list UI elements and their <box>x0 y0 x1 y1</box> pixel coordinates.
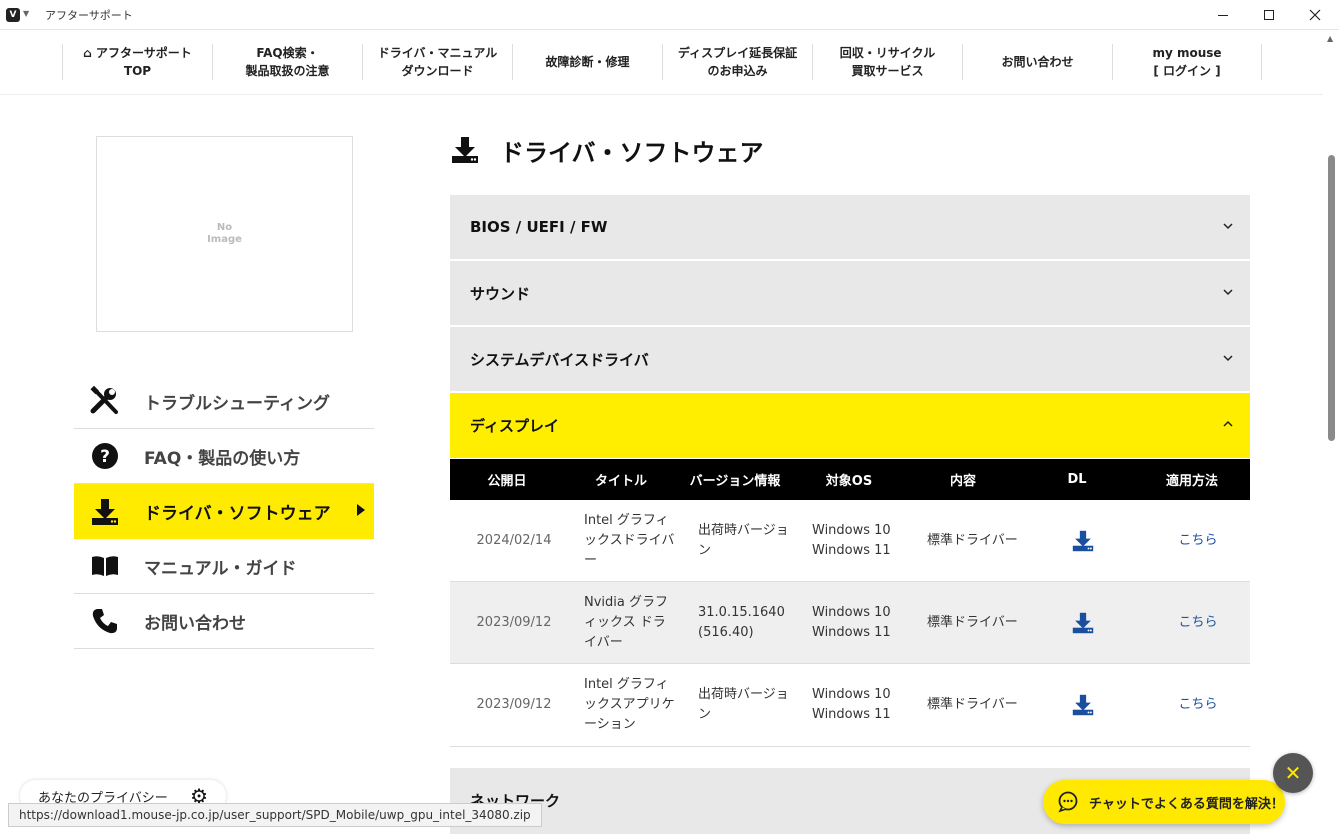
section-bios[interactable]: BIOS / UEFI / FW <box>450 195 1250 260</box>
column-header-title: タイトル <box>594 474 647 489</box>
chevron-up-icon <box>1223 420 1233 427</box>
svg-text:?: ? <box>100 447 110 467</box>
close-window-button[interactable] <box>1292 0 1338 30</box>
row-content: 標準ドライバー <box>927 615 1018 630</box>
minimize-button[interactable] <box>1200 0 1246 30</box>
book-icon <box>88 549 122 583</box>
scroll-up-icon[interactable]: ▲ <box>1327 34 1333 43</box>
sidebar-item-label: FAQ・製品の使い方 <box>144 448 301 469</box>
no-image-placeholder: No Image <box>207 222 242 245</box>
download-button[interactable] <box>1058 582 1108 664</box>
table-row: 2023/09/12 Nvidia グラフィックス ドライバー 31.0.15.… <box>450 582 1250 664</box>
download-icon <box>88 495 122 529</box>
row-version: 31.0.15.1640 (516.40) <box>698 605 785 640</box>
nav-item-display-warranty[interactable]: ディスプレイ延長保証 のお申込み <box>662 44 812 80</box>
sidebar-item-manual[interactable]: マニュアル・ガイド <box>74 539 374 594</box>
sidebar-item-label: お問い合わせ <box>144 613 246 634</box>
active-arrow-icon <box>357 504 365 516</box>
nav-item-login[interactable]: my mouse [ ログイン ] <box>1112 44 1262 80</box>
row-os: Windows 10 Windows 11 <box>812 687 891 722</box>
chevron-down-icon <box>1223 289 1233 296</box>
row-os: Windows 10 Windows 11 <box>812 605 891 640</box>
phone-icon <box>88 604 122 638</box>
download-icon <box>1072 530 1094 552</box>
row-version: 出荷時バージョン <box>698 687 789 722</box>
nav-item-contact[interactable]: お問い合わせ <box>962 44 1112 80</box>
nav-item-driver-download[interactable]: ドライバ・マニュアル ダウンロード <box>362 44 512 80</box>
close-icon <box>1309 9 1321 21</box>
window-titlebar: V ▼ アフターサポート <box>0 0 1339 30</box>
minimize-icon <box>1218 14 1228 16</box>
driver-table-header: 公開日 タイトル バージョン情報 対象OS 内容 DL 適用方法 <box>450 459 1250 500</box>
vertical-scrollbar[interactable]: ▲ <box>1323 30 1339 835</box>
column-header-content: 内容 <box>949 474 976 489</box>
row-date: 2023/09/12 <box>476 615 552 630</box>
maximize-icon <box>1264 10 1274 20</box>
section-sound[interactable]: サウンド <box>450 261 1250 326</box>
sidebar-item-faq[interactable]: ? FAQ・製品の使い方 <box>74 429 374 484</box>
maximize-button[interactable] <box>1246 0 1292 30</box>
row-content: 標準ドライバー <box>927 533 1018 548</box>
sidebar-item-troubleshooting[interactable]: トラブルシューティング <box>74 374 374 429</box>
close-icon: ✕ <box>1284 761 1302 785</box>
nav-item-support-top[interactable]: ⌂ アフターサポート TOP <box>62 44 212 80</box>
table-row: 2023/09/12 Intel グラフィックスアプリケーション 出荷時バージョ… <box>450 664 1250 747</box>
how-to-apply-link[interactable]: こちら <box>1162 582 1234 664</box>
window-title: アフターサポート <box>45 9 133 22</box>
table-row: 2024/02/14 Intel グラフィックスドライバー 出荷時バージョン W… <box>450 500 1250 582</box>
row-version: 出荷時バージョン <box>698 523 789 558</box>
nav-item-repair[interactable]: 故障診断・修理 <box>512 44 662 80</box>
tools-icon <box>88 384 122 418</box>
section-label: システムデバイスドライバ <box>470 350 649 369</box>
row-title: Intel グラフィックスドライバー <box>584 513 675 568</box>
row-content: 標準ドライバー <box>927 697 1018 712</box>
download-icon <box>452 137 478 163</box>
download-button[interactable] <box>1058 664 1108 746</box>
nav-item-recycle[interactable]: 回収・リサイクル 買取サービス <box>812 44 962 80</box>
sidebar-item-driver-software[interactable]: ドライバ・ソフトウェア <box>74 484 374 539</box>
sidebar-item-label: トラブルシューティング <box>144 393 330 414</box>
top-navigation: ⌂ アフターサポート TOP FAQ検索・ 製品取扱の注意 ドライバ・マニュアル… <box>0 30 1323 95</box>
section-label: サウンド <box>470 284 531 303</box>
section-display[interactable]: ディスプレイ <box>450 393 1250 459</box>
row-title: Nvidia グラフィックス ドライバー <box>584 595 668 650</box>
column-header-date: 公開日 <box>487 474 527 489</box>
chat-faq-button[interactable]: チャットでよくある質問を解決！ <box>1043 780 1285 824</box>
chat-label: チャットでよくある質問を解決！ <box>1089 796 1284 812</box>
column-header-version: バージョン情報 <box>689 474 781 489</box>
download-icon <box>1072 612 1094 634</box>
chat-close-button[interactable]: ✕ <box>1273 753 1313 793</box>
sidebar-item-label: マニュアル・ガイド <box>144 558 297 579</box>
how-to-apply-link[interactable]: こちら <box>1162 500 1234 582</box>
page-title: ドライバ・ソフトウェア <box>450 132 764 168</box>
row-os: Windows 10 Windows 11 <box>812 523 891 558</box>
row-date: 2023/09/12 <box>476 697 552 712</box>
sidebar-item-label: ドライバ・ソフトウェア <box>144 504 331 524</box>
chat-bubble-icon <box>1058 791 1078 813</box>
download-button[interactable] <box>1058 500 1108 582</box>
product-image: No Image <box>96 136 353 332</box>
column-header-os: 対象OS <box>825 474 873 489</box>
chevron-down-icon <box>1223 355 1233 362</box>
chevron-down-icon[interactable]: ▼ <box>23 9 29 18</box>
row-date: 2024/02/14 <box>476 533 552 548</box>
column-header-dl: DL <box>1067 472 1087 487</box>
page-title-text: ドライバ・ソフトウェア <box>500 138 764 167</box>
section-label: BIOS / UEFI / FW <box>470 218 608 236</box>
how-to-apply-link[interactable]: こちら <box>1162 664 1234 746</box>
scrollbar-thumb[interactable] <box>1328 155 1335 441</box>
download-icon <box>1072 694 1094 716</box>
column-header-how: 適用方法 <box>1165 474 1218 489</box>
browser-logo-icon[interactable]: V <box>6 8 20 22</box>
question-icon: ? <box>88 439 122 473</box>
chevron-down-icon <box>1223 223 1233 230</box>
row-title: Intel グラフィックスアプリケーション <box>584 677 675 732</box>
status-url-bar: https://download1.mouse-jp.co.jp/user_su… <box>8 803 542 827</box>
sidebar-item-contact[interactable]: お問い合わせ <box>74 594 374 649</box>
section-label: ディスプレイ <box>470 417 559 435</box>
nav-item-faq[interactable]: FAQ検索・ 製品取扱の注意 <box>212 44 362 80</box>
section-system-device[interactable]: システムデバイスドライバ <box>450 327 1250 392</box>
